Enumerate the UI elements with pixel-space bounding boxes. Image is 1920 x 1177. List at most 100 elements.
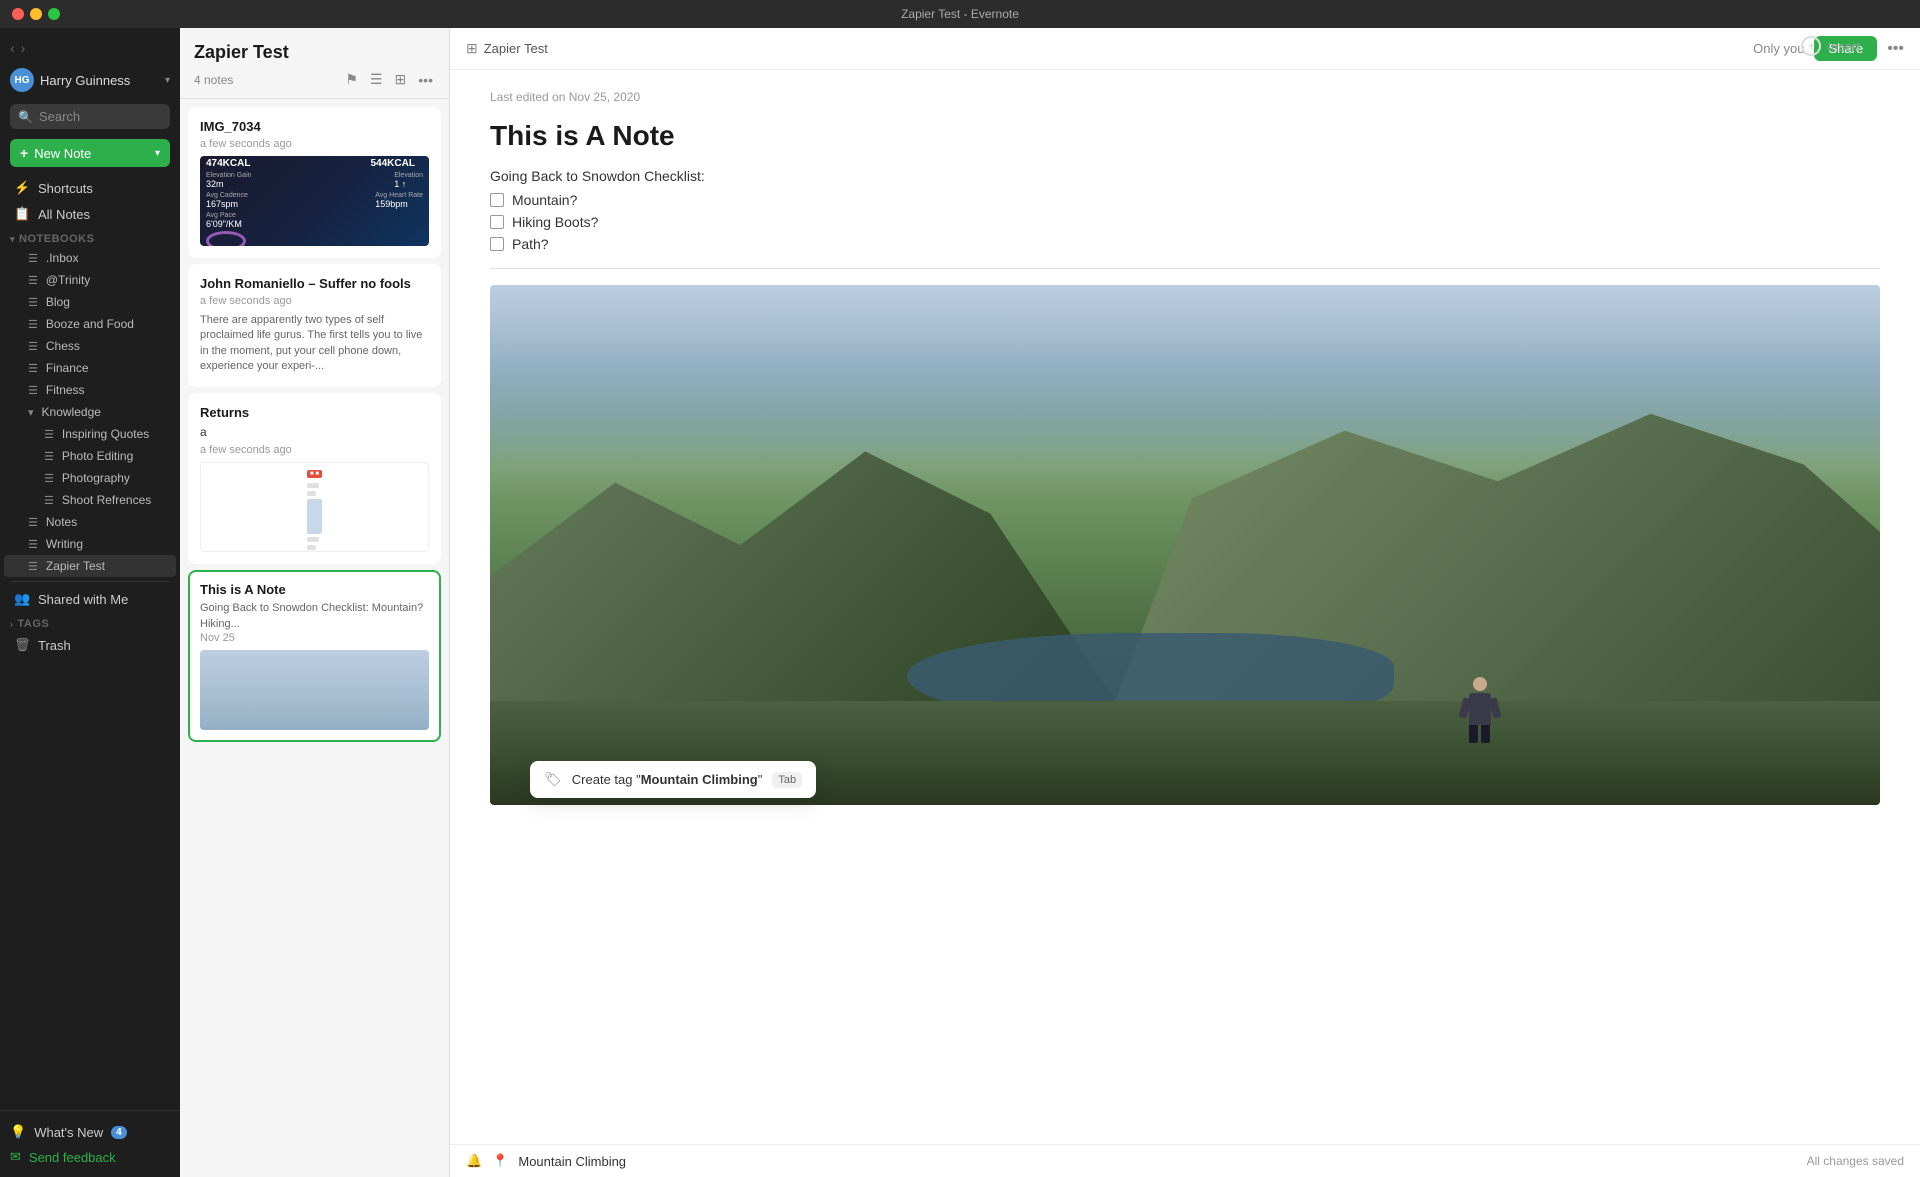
shared-icon: 👥 — [14, 591, 30, 607]
notebook-zapier-test[interactable]: ☰ Zapier Test — [4, 555, 176, 577]
note-card-this-is-a-note[interactable]: This is A Note Going Back to Snowdon Che… — [188, 570, 441, 742]
person-head — [1473, 677, 1487, 691]
note-list-title: Zapier Test — [194, 42, 435, 63]
notebook-trinity[interactable]: ☰ @Trinity — [4, 269, 176, 291]
tags-section[interactable]: › Tags — [0, 612, 180, 632]
editor-content: Last edited on Nov 25, 2020 This is A No… — [450, 70, 1920, 1144]
note-card-returns[interactable]: Returns a a few seconds ago ■ ■ — [188, 393, 441, 565]
notebook-photo-editing[interactable]: ☰ Photo Editing — [4, 445, 176, 467]
note-cards-list: IMG_7034 a few seconds ago Active Kiloca… — [180, 99, 449, 1177]
mountain-image — [490, 285, 1880, 805]
filter-button[interactable]: ⚑ — [343, 69, 360, 90]
mountain-image-thumb — [200, 650, 429, 730]
sidebar-item-trash[interactable]: 🗑 Trash — [4, 632, 176, 658]
content-divider — [490, 268, 1880, 269]
notebook-booze-food[interactable]: ☰ Booze and Food — [4, 313, 176, 335]
notebook-label: Zapier Test — [46, 559, 105, 573]
notebook-label: Chess — [46, 339, 80, 353]
notebook-writing[interactable]: ☰ Writing — [4, 533, 176, 555]
tag-shortcut-key: Tab — [772, 772, 802, 788]
avatar: HG — [10, 68, 34, 92]
sidebar-item-all-notes[interactable]: 📋 All Notes — [4, 201, 176, 227]
nav-back[interactable]: ‹ — [10, 40, 15, 56]
more-options-button[interactable]: ••• — [1887, 40, 1904, 58]
feedback-icon: ✉ — [10, 1149, 21, 1165]
checklist-text-boots: Hiking Boots? — [512, 214, 598, 230]
notes-icon: 📋 — [14, 206, 30, 222]
notebook-inbox[interactable]: ☰ .Inbox — [4, 247, 176, 269]
grid-view-button[interactable]: ⊞ — [393, 69, 409, 90]
trash-label: Trash — [38, 638, 166, 653]
person-body — [1469, 693, 1491, 725]
search-box[interactable]: 🔍 Search — [10, 104, 170, 129]
notebook-label: Shoot Refrences — [62, 493, 151, 507]
note-card-img7034[interactable]: IMG_7034 a few seconds ago Active Kiloca… — [188, 107, 441, 258]
checkbox-boots[interactable] — [490, 215, 504, 229]
new-note-label: New Note — [34, 146, 160, 161]
tag-input[interactable] — [518, 1154, 1796, 1169]
checklist-text-path: Path? — [512, 236, 549, 252]
send-feedback-item[interactable]: ✉ Send feedback — [10, 1145, 170, 1169]
notebook-icon: ☰ — [28, 318, 38, 331]
card-title: This is A Note — [200, 582, 429, 597]
fitness-stat-elevation-gain: Elevation Gain 32m — [206, 172, 252, 189]
card-time: a few seconds ago — [200, 444, 429, 456]
insert-area[interactable]: + Insert — [1801, 36, 1860, 56]
notebook-icon: ☰ — [44, 472, 54, 485]
tag-suggestion-popup[interactable]: 🏷 Create tag "Mountain Climbing" Tab — [530, 761, 816, 798]
card-time: Nov 25 — [200, 632, 429, 644]
close-button[interactable] — [12, 8, 24, 20]
chevron-right-icon: ▾ — [28, 406, 34, 419]
whats-new-badge: 4 — [111, 1126, 127, 1139]
user-profile[interactable]: HG Harry Guinness ▾ — [0, 64, 180, 96]
notebook-photography[interactable]: ☰ Photography — [4, 467, 176, 489]
search-icon: 🔍 — [18, 110, 33, 124]
notebook-icon: ☰ — [28, 560, 38, 573]
more-options-button[interactable]: ••• — [416, 70, 435, 90]
editor-toolbar: ⊞ Zapier Test Only you Share ••• — [450, 28, 1920, 70]
notebook-fitness[interactable]: ☰ Fitness — [4, 379, 176, 401]
notebook-shoot-references[interactable]: ☰ Shoot Refrences — [4, 489, 176, 511]
minimize-button[interactable] — [30, 8, 42, 20]
notebook-finance[interactable]: ☰ Finance — [4, 357, 176, 379]
fitness-stat-cadence: Avg Cadence 167spm — [206, 192, 248, 209]
notebook-knowledge[interactable]: ▾ Knowledge — [4, 401, 176, 423]
lightbulb-icon: 💡 — [10, 1124, 26, 1140]
notebooks-label: Notebooks — [19, 233, 94, 245]
whats-new-item[interactable]: 💡 What's New 4 — [10, 1119, 170, 1145]
notebook-icon: ☰ — [28, 362, 38, 375]
tag-bar: 🔔 📍 All changes saved — [450, 1144, 1920, 1177]
note-list-meta: 4 notes ⚑ ☰ ⊞ ••• — [194, 69, 435, 90]
checkbox-mountain[interactable] — [490, 193, 504, 207]
maximize-button[interactable] — [48, 8, 60, 20]
send-feedback-label: Send feedback — [29, 1150, 116, 1165]
notebook-label: Photo Editing — [62, 449, 133, 463]
note-title[interactable]: This is A Note — [490, 120, 1880, 152]
shortcuts-label: Shortcuts — [38, 181, 166, 196]
notebook-notes[interactable]: ☰ Notes — [4, 511, 176, 533]
new-note-button[interactable]: + New Note ▾ — [10, 139, 170, 167]
sidebar-item-shared[interactable]: 👥 Shared with Me — [4, 586, 176, 612]
checklist-label: Going Back to Snowdon Checklist: — [490, 168, 1880, 184]
nav-forward[interactable]: › — [21, 40, 26, 56]
notebooks-section[interactable]: ▾ Notebooks — [0, 227, 180, 247]
checkbox-path[interactable] — [490, 237, 504, 251]
window-title: Zapier Test - Evernote — [901, 7, 1019, 21]
sort-button[interactable]: ☰ — [368, 69, 385, 90]
notebook-icon: ☰ — [28, 384, 38, 397]
doc-image-placeholder — [307, 499, 322, 534]
sidebar-item-shortcuts[interactable]: ⚡ Shortcuts — [4, 175, 176, 201]
note-card-john[interactable]: John Romaniello – Suffer no fools a few … — [188, 264, 441, 387]
notebook-chess[interactable]: ☰ Chess — [4, 335, 176, 357]
card-title: IMG_7034 — [200, 119, 429, 134]
breadcrumb: ⊞ Zapier Test — [466, 40, 1745, 57]
doc-content: ■ ■ — [303, 462, 326, 552]
editor-area: ⊞ Zapier Test Only you Share ••• + Inser… — [450, 28, 1920, 1177]
notebook-icon: ☰ — [28, 274, 38, 287]
notebook-blog[interactable]: ☰ Blog — [4, 291, 176, 313]
doc-line — [307, 491, 316, 496]
insert-label: Insert — [1827, 39, 1860, 54]
notebook-inspiring-quotes[interactable]: ☰ Inspiring Quotes — [4, 423, 176, 445]
sidebar-bottom: 💡 What's New 4 ✉ Send feedback — [0, 1110, 180, 1177]
tag-icon: 🏷 — [544, 771, 562, 788]
